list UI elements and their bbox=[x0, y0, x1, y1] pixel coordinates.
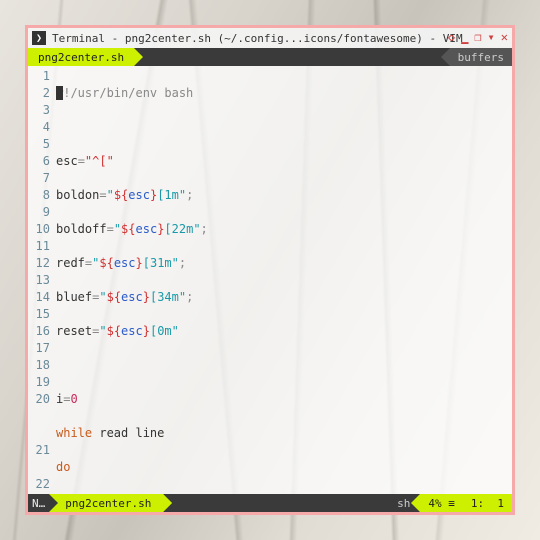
line-number: 6 bbox=[28, 153, 50, 170]
line-number: 14 bbox=[28, 289, 50, 306]
restore-icon[interactable]: ❐ bbox=[474, 30, 481, 44]
status-mode: N… bbox=[28, 494, 49, 512]
tab-spacer bbox=[134, 48, 450, 66]
line-number: 17 bbox=[28, 340, 50, 357]
line-number: 20 bbox=[28, 391, 50, 408]
line-number: 13 bbox=[28, 272, 50, 289]
terminal-window: Terminal - png2center.sh (~/.config...ic… bbox=[25, 25, 515, 515]
tab-label: buffers bbox=[458, 51, 504, 64]
status-spacer bbox=[163, 494, 387, 512]
line-number: 21 bbox=[28, 442, 50, 459]
statusbar: N… png2center.sh sh 4% ≡ 1: 1 bbox=[28, 494, 512, 512]
line-number: 7 bbox=[28, 170, 50, 187]
line-number: 19 bbox=[28, 374, 50, 391]
tab-label: png2center.sh bbox=[38, 51, 124, 64]
line-number: 9 bbox=[28, 204, 50, 221]
line-number: 1 bbox=[28, 68, 50, 85]
line-number: 8 bbox=[28, 187, 50, 204]
window-title: Terminal - png2center.sh (~/.config...ic… bbox=[52, 32, 463, 45]
line-number: 16 bbox=[28, 323, 50, 340]
line-number: 18 bbox=[28, 357, 50, 374]
line-number: 15 bbox=[28, 306, 50, 323]
line-number: 4 bbox=[28, 119, 50, 136]
status-percent: 4% ≡ bbox=[420, 494, 463, 512]
close-icon[interactable]: ✕ bbox=[501, 30, 508, 44]
line-number: 5 bbox=[28, 136, 50, 153]
line-number bbox=[28, 459, 50, 476]
titlebar[interactable]: Terminal - png2center.sh (~/.config...ic… bbox=[28, 28, 512, 48]
line-number: 12 bbox=[28, 255, 50, 272]
minimize-icon[interactable]: ▁ bbox=[461, 30, 468, 44]
buffer-tabbar: png2center.sh buffers bbox=[28, 48, 512, 66]
line-number-gutter: 12345678910111213141516171819202122 bbox=[28, 66, 56, 494]
line-number: 11 bbox=[28, 238, 50, 255]
line-number bbox=[28, 425, 50, 442]
line-number: 3 bbox=[28, 102, 50, 119]
code-content[interactable]: #!/usr/bin/env bash esc="^[" boldon="${e… bbox=[56, 66, 512, 494]
terminal-icon bbox=[32, 31, 46, 45]
editor-area[interactable]: 12345678910111213141516171819202122 #!/u… bbox=[28, 66, 512, 494]
line-number: 10 bbox=[28, 221, 50, 238]
status-position: 1: 1 bbox=[463, 494, 512, 512]
status-filename: png2center.sh bbox=[49, 494, 163, 512]
tab-active[interactable]: png2center.sh bbox=[28, 48, 134, 66]
pin-icon[interactable]: ◇ bbox=[448, 30, 455, 44]
status-filetype: sh bbox=[387, 494, 420, 512]
line-number: 22 bbox=[28, 476, 50, 493]
line-number: 2 bbox=[28, 85, 50, 102]
line-number bbox=[28, 408, 50, 425]
tab-buffers[interactable]: buffers bbox=[450, 48, 512, 66]
maximize-icon[interactable]: ▾ bbox=[488, 30, 495, 44]
window-controls: ◇ ▁ ❐ ▾ ✕ bbox=[448, 30, 508, 44]
